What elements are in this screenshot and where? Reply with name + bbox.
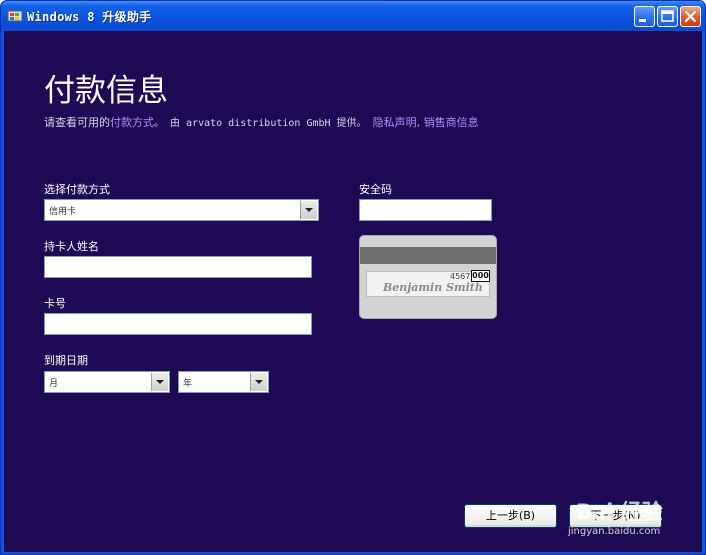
magnetic-stripe (360, 247, 496, 264)
expiry-month-value: 月 (49, 379, 59, 389)
cardholder-name-input[interactable] (44, 256, 312, 278)
watermark: Bai 经验 jingyan.baidu.com (568, 486, 696, 548)
title-bar[interactable]: Windows 8 升级助手 (1, 1, 705, 31)
link-separator: , (416, 116, 424, 129)
card-signature: Benjamin Smith (383, 281, 483, 294)
card-number-input[interactable] (44, 313, 312, 335)
security-code-input[interactable] (359, 199, 492, 221)
app-window: Windows 8 升级助手 付款信息 请查看可用的付款方式。 由 arvato… (0, 0, 706, 555)
expiry-year-dropdown-button[interactable] (250, 373, 267, 391)
card-back-illustration: 4567 000 Benjamin Smith (359, 235, 497, 319)
expiry-year-select[interactable]: 年 (178, 371, 269, 393)
security-code-label: 安全码 (359, 183, 392, 196)
card-number-fragment: 4567 (450, 272, 471, 281)
watermark-url: jingyan.baidu.com (568, 526, 661, 537)
seller-info-link[interactable]: 销售商信息 (424, 116, 479, 129)
payment-method-label: 选择付款方式 (44, 183, 110, 196)
chevron-down-icon (156, 380, 164, 384)
app-icon (7, 10, 23, 22)
client-area: 付款信息 请查看可用的付款方式。 由 arvato distribution G… (4, 31, 702, 552)
payment-methods-link[interactable]: 付款方式 (110, 116, 154, 129)
description-provider: 。 由 arvato distribution GmbH 提供。 (154, 118, 373, 129)
cardholder-name-label: 持卡人姓名 (44, 240, 99, 253)
payment-method-select[interactable]: 信用卡 (44, 199, 319, 221)
chevron-down-icon (305, 208, 313, 212)
window-title: Windows 8 升级助手 (27, 10, 152, 24)
page-description: 请查看可用的付款方式。 由 arvato distribution GmbH 提… (44, 114, 479, 130)
payment-method-value: 信用卡 (49, 207, 77, 217)
chevron-down-icon (255, 380, 263, 384)
card-number-label: 卡号 (44, 297, 66, 310)
close-icon (684, 10, 697, 23)
minimize-icon (639, 19, 646, 22)
expiry-date-label: 到期日期 (44, 354, 88, 367)
page-title: 付款信息 (44, 73, 168, 109)
description-prefix: 请查看可用的 (44, 116, 110, 129)
payment-method-dropdown-button[interactable] (300, 201, 317, 219)
close-button[interactable] (680, 6, 701, 27)
watermark-brand: Bai 经验 (576, 500, 663, 524)
expiry-year-value: 年 (183, 379, 193, 389)
back-button[interactable]: 上一步(B) (464, 504, 557, 528)
expiry-month-select[interactable]: 月 (44, 371, 170, 393)
privacy-statement-link[interactable]: 隐私声明 (373, 116, 417, 129)
expiry-month-dropdown-button[interactable] (151, 373, 168, 391)
maximize-icon (661, 10, 674, 22)
maximize-button[interactable] (657, 6, 678, 27)
minimize-button[interactable] (634, 6, 655, 27)
